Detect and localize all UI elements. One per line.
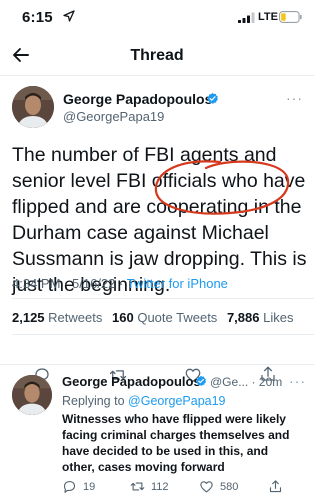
- retweets-label: Retweets: [48, 310, 103, 325]
- divider: [12, 334, 314, 335]
- tweet-source-link[interactable]: Twitter for iPhone: [127, 276, 228, 291]
- retweets-count: 2,125: [12, 310, 45, 325]
- reply-author-handle: @Ge... · 20m: [210, 375, 282, 389]
- meta-separator: ·: [251, 375, 256, 389]
- battery-icon: [279, 11, 302, 23]
- reply-like-button[interactable]: 580: [199, 479, 238, 494]
- divider: [12, 298, 314, 299]
- page-title: Thread: [130, 47, 184, 64]
- verified-badge-icon: [207, 92, 218, 104]
- signal-icon: [238, 12, 255, 23]
- likes-stat[interactable]: 7,886 Likes: [227, 310, 294, 325]
- verified-badge-icon: [196, 375, 206, 386]
- likes-count: 7,886: [226, 310, 260, 325]
- tweet-date: 5/16/22: [72, 276, 116, 291]
- retweet-count: 112: [151, 480, 169, 493]
- author-handle[interactable]: @GeorgePapa19: [63, 109, 164, 124]
- reply-retweet-button[interactable]: 112: [130, 479, 169, 494]
- meta-separator: ·: [64, 276, 69, 291]
- replying-to: Replying to @GeorgePapa19: [62, 394, 226, 408]
- quotes-count: 160: [112, 310, 134, 325]
- reply-author-name[interactable]: George Papadopoulos: [62, 374, 201, 389]
- avatar-photo: [12, 86, 54, 128]
- retweets-stat[interactable]: 2,125 Retweets: [12, 310, 102, 325]
- like-icon: [200, 481, 213, 493]
- reply-text: Witnesses who have flipped were likely f…: [62, 412, 290, 474]
- quote-tweets-stat[interactable]: 160 Quote Tweets: [112, 310, 217, 325]
- location-arrow-icon: [63, 10, 75, 22]
- reply-handle-text[interactable]: @Ge...: [210, 375, 248, 389]
- status-time: 6:15: [22, 9, 53, 26]
- more-options-button[interactable]: ···: [286, 90, 303, 106]
- avatar[interactable]: [12, 86, 54, 128]
- tweet-stats: 2,125 Retweets 160 Quote Tweets 7,886 Li…: [12, 310, 299, 325]
- reply-avatar[interactable]: [12, 375, 52, 415]
- reply-age: 20m: [258, 375, 283, 389]
- divider: [0, 364, 314, 365]
- like-count: 580: [220, 480, 239, 493]
- reply-icon: [63, 480, 76, 493]
- network-type: LTE: [258, 11, 278, 23]
- retweet-icon: [130, 482, 145, 491]
- divider: [0, 75, 314, 76]
- status-bar: 6:15 LTE: [0, 0, 314, 34]
- tweet-meta: 4:34 PM · 5/16/22 · Twitter for iPhone: [12, 276, 228, 291]
- nav-bar: Thread: [0, 38, 314, 74]
- quotes-label: Quote Tweets: [137, 310, 218, 325]
- replying-to-handle[interactable]: @GeorgePapa19: [128, 394, 225, 408]
- author-name[interactable]: George Papadopoulos: [63, 91, 212, 107]
- avatar-photo: [12, 375, 52, 415]
- reply-more-options-button[interactable]: ···: [289, 373, 306, 389]
- reply-action-bar: 19 112 580: [62, 479, 302, 497]
- reply-share-button[interactable]: [268, 479, 283, 494]
- replying-prefix: Replying to: [62, 394, 125, 408]
- tweet-text: The number of FBI agents and senior leve…: [12, 144, 307, 296]
- reply-reply-button[interactable]: 19: [62, 479, 95, 494]
- tweet-time: 4:34 PM: [12, 276, 61, 291]
- reply-count: 19: [83, 480, 96, 493]
- share-icon: [269, 480, 282, 493]
- likes-label: Likes: [263, 310, 294, 325]
- meta-separator: ·: [119, 276, 124, 291]
